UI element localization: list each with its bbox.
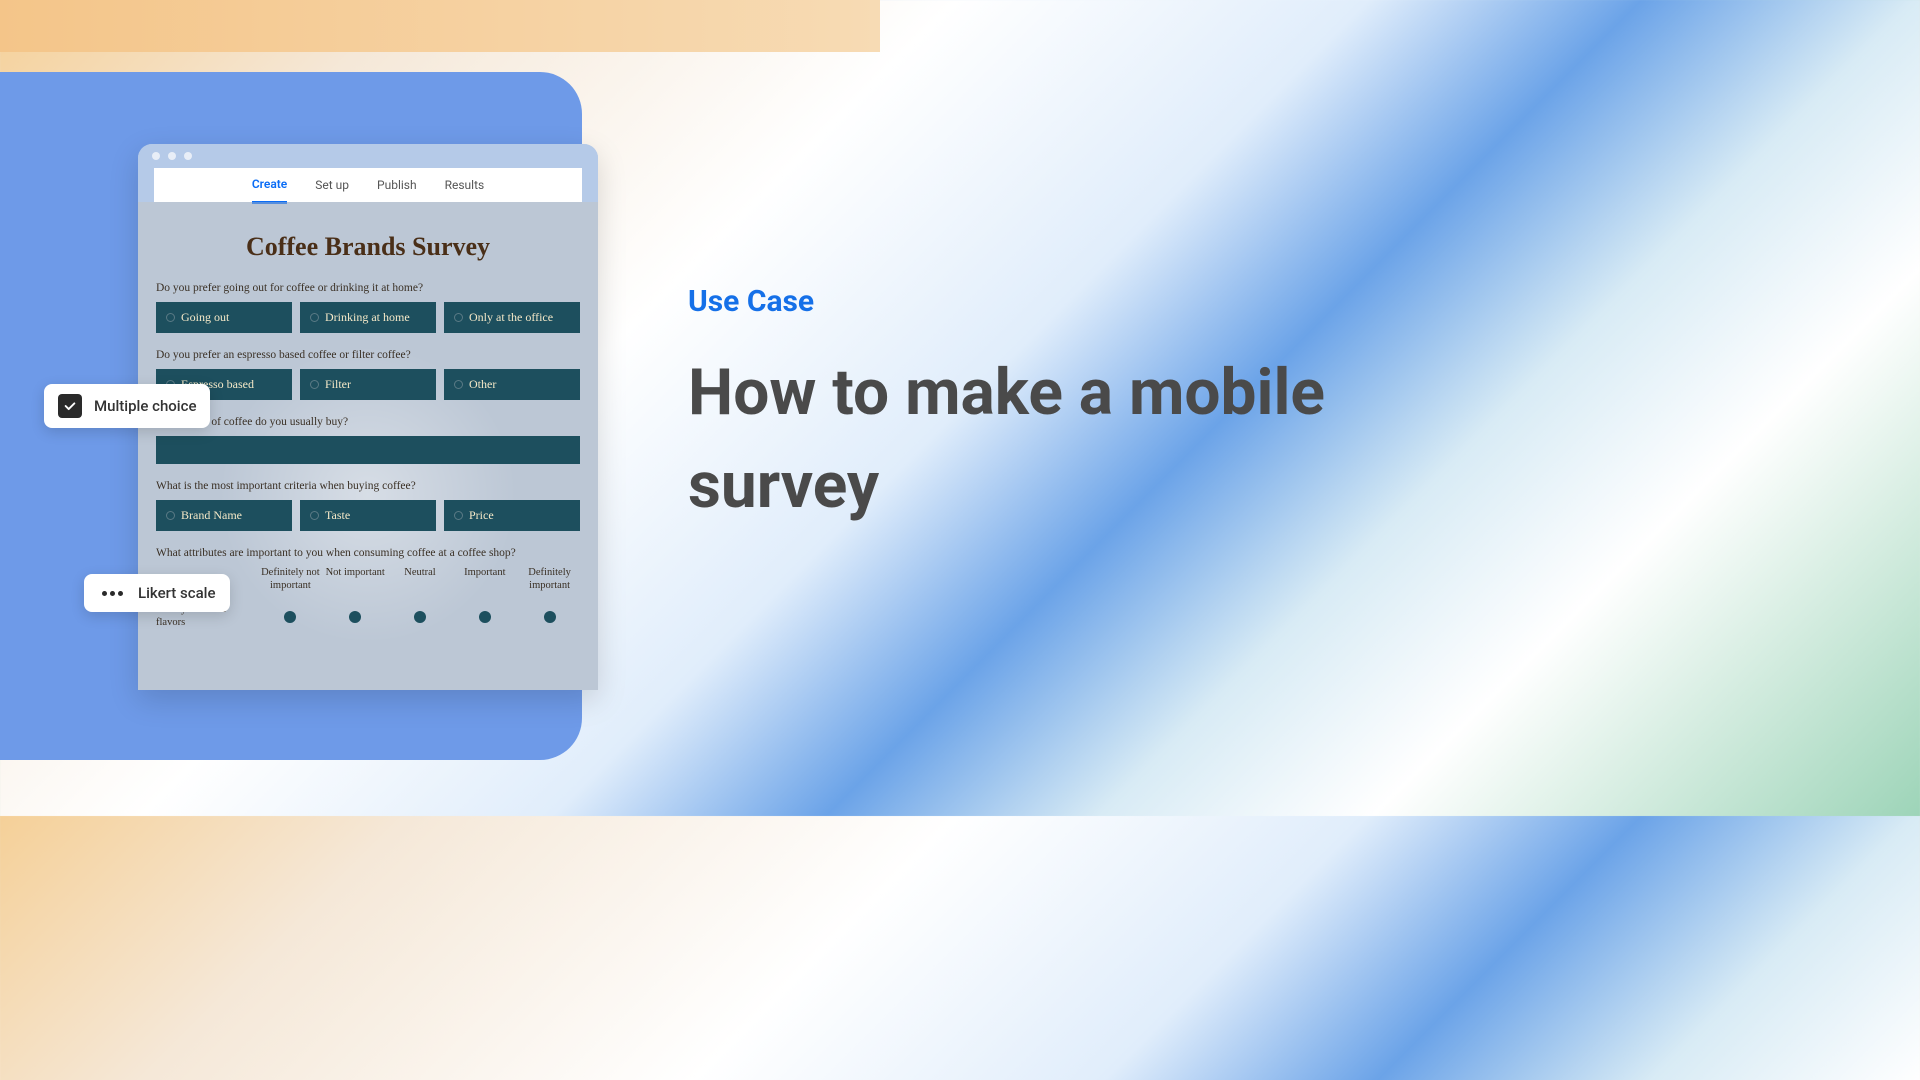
option-label: Filter bbox=[325, 377, 351, 392]
option-label: Brand Name bbox=[181, 508, 242, 523]
scale-label: Neutral bbox=[390, 567, 451, 592]
option-drinking-home[interactable]: Drinking at home bbox=[300, 302, 436, 333]
radio-icon bbox=[166, 313, 175, 322]
scale-label: Not important bbox=[325, 567, 386, 592]
tab-publish[interactable]: Publish bbox=[377, 168, 417, 202]
survey-body: Coffee Brands Survey Do you prefer going… bbox=[138, 202, 598, 690]
option-brand[interactable]: Brand Name bbox=[156, 500, 292, 531]
tabs-bar: Create Set up Publish Results bbox=[154, 168, 582, 202]
radio-icon bbox=[454, 380, 463, 389]
question-4: What is the most important criteria when… bbox=[156, 480, 580, 531]
eyebrow-label: Use Case bbox=[688, 284, 1456, 319]
radio-icon bbox=[310, 313, 319, 322]
tag-label: Likert scale bbox=[138, 584, 216, 602]
hero-text: Use Case How to make a mobile survey bbox=[688, 284, 1456, 533]
browser-chrome-header bbox=[138, 144, 598, 168]
option-taste[interactable]: Taste bbox=[300, 500, 436, 531]
option-price[interactable]: Price bbox=[444, 500, 580, 531]
survey-title: Coffee Brands Survey bbox=[156, 232, 580, 262]
option-label: Price bbox=[469, 508, 494, 523]
option-filter[interactable]: Filter bbox=[300, 369, 436, 400]
option-label: Taste bbox=[325, 508, 350, 523]
question-3: s of coffee do you usually buy? bbox=[156, 416, 580, 464]
question-2: Do you prefer an espresso based coffee o… bbox=[156, 349, 580, 400]
question-text: What attributes are important to you whe… bbox=[156, 547, 580, 559]
tab-setup[interactable]: Set up bbox=[315, 168, 349, 202]
question-text: What is the most important criteria when… bbox=[156, 480, 580, 492]
option-label: Going out bbox=[181, 310, 229, 325]
multiple-choice-tag: Multiple choice bbox=[44, 384, 210, 428]
likert-scale-tag: Likert scale bbox=[84, 574, 230, 612]
likert-radio[interactable] bbox=[479, 611, 491, 623]
radio-icon bbox=[166, 511, 175, 520]
dots-icon bbox=[98, 585, 126, 601]
orange-background-strip bbox=[0, 0, 880, 52]
checkbox-icon bbox=[58, 394, 82, 418]
scale-label: Important bbox=[454, 567, 515, 592]
option-only-office[interactable]: Only at the office bbox=[444, 302, 580, 333]
window-control-dot bbox=[184, 152, 192, 160]
scale-label: Definitely important bbox=[519, 567, 580, 592]
radio-icon bbox=[310, 511, 319, 520]
radio-icon bbox=[454, 313, 463, 322]
likert-radio[interactable] bbox=[349, 611, 361, 623]
likert-radio[interactable] bbox=[544, 611, 556, 623]
headline: How to make a mobile survey bbox=[688, 347, 1456, 533]
question-text: Do you prefer an espresso based coffee o… bbox=[156, 349, 580, 361]
window-control-dot bbox=[168, 152, 176, 160]
likert-radio[interactable] bbox=[284, 611, 296, 623]
tab-create[interactable]: Create bbox=[252, 167, 287, 204]
window-control-dot bbox=[152, 152, 160, 160]
tag-label: Multiple choice bbox=[94, 397, 196, 415]
option-label: Other bbox=[469, 377, 496, 392]
option-label: Drinking at home bbox=[325, 310, 410, 325]
question-1: Do you prefer going out for coffee or dr… bbox=[156, 282, 580, 333]
tab-results[interactable]: Results bbox=[445, 168, 485, 202]
question-text: s of coffee do you usually buy? bbox=[156, 416, 580, 428]
option-other[interactable]: Other bbox=[444, 369, 580, 400]
option-going-out[interactable]: Going out bbox=[156, 302, 292, 333]
scale-label: Definitely not important bbox=[260, 567, 321, 592]
text-input[interactable] bbox=[156, 436, 580, 464]
likert-radio[interactable] bbox=[414, 611, 426, 623]
option-label: Only at the office bbox=[469, 310, 553, 325]
question-text: Do you prefer going out for coffee or dr… bbox=[156, 282, 580, 294]
radio-icon bbox=[454, 511, 463, 520]
radio-icon bbox=[310, 380, 319, 389]
